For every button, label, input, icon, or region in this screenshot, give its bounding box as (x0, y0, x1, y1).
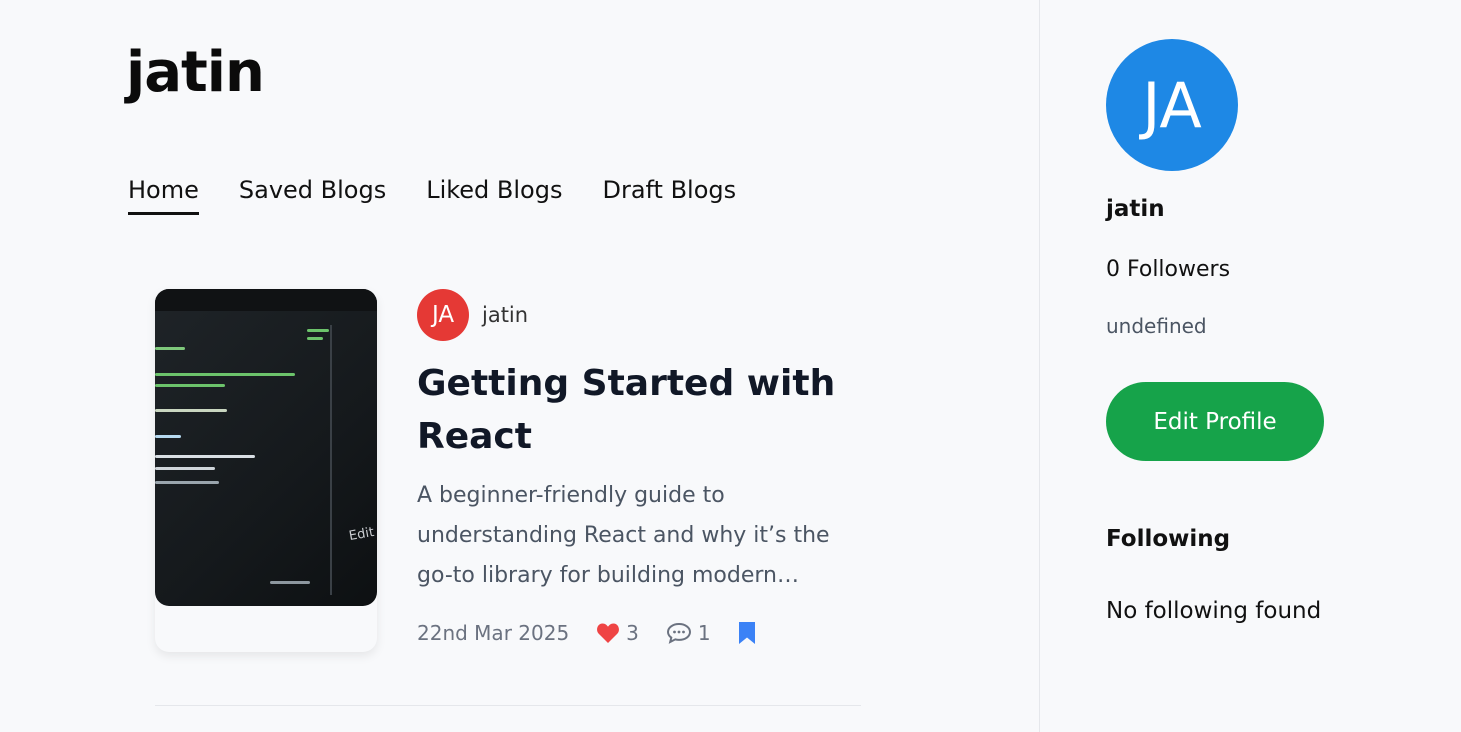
tab-draft-blogs[interactable]: Draft Blogs (602, 176, 736, 215)
post-date: 22nd Mar 2025 (417, 621, 570, 645)
bookmark-button[interactable] (738, 621, 756, 645)
post-divider (155, 705, 861, 706)
following-empty-message: No following found (1106, 598, 1322, 624)
followers-count: 0 Followers (1106, 257, 1231, 282)
post-thumbnail: Edit (155, 289, 377, 606)
blog-tabs: Home Saved Blogs Liked Blogs Draft Blogs (128, 176, 736, 215)
page-title: jatin (126, 40, 265, 105)
bookmark-icon (738, 622, 755, 644)
like-button[interactable]: 3 (596, 621, 639, 645)
post-meta: 22nd Mar 2025 3 1 (417, 621, 783, 645)
post-author[interactable]: JA jatin (417, 289, 528, 341)
post-excerpt: A beginner-friendly guide to understandi… (417, 483, 830, 588)
like-count: 3 (626, 621, 639, 645)
tab-saved-blogs[interactable]: Saved Blogs (239, 176, 386, 215)
comment-icon (666, 622, 691, 644)
profile-name: jatin (1106, 196, 1165, 222)
author-avatar[interactable]: JA (417, 289, 469, 341)
profile-avatar: JA (1106, 39, 1238, 171)
post-thumbnail-card[interactable]: Edit (155, 289, 377, 652)
main-content: jatin Home Saved Blogs Liked Blogs Draft… (0, 0, 1040, 732)
blog-post-card[interactable]: Edit JA jatin Getting Started with React… (155, 289, 861, 706)
post-title[interactable]: Getting Started with React (417, 357, 837, 463)
heart-icon (597, 623, 620, 643)
tab-home[interactable]: Home (128, 176, 199, 215)
author-name[interactable]: jatin (482, 303, 528, 327)
profile-bio: undefined (1106, 314, 1207, 338)
tab-liked-blogs[interactable]: Liked Blogs (426, 176, 562, 215)
comment-button[interactable]: 1 (666, 621, 711, 645)
thumbnail-text: Edit (347, 524, 376, 545)
edit-profile-button[interactable]: Edit Profile (1106, 382, 1324, 461)
comment-count: 1 (697, 621, 711, 645)
following-heading: Following (1106, 526, 1231, 552)
